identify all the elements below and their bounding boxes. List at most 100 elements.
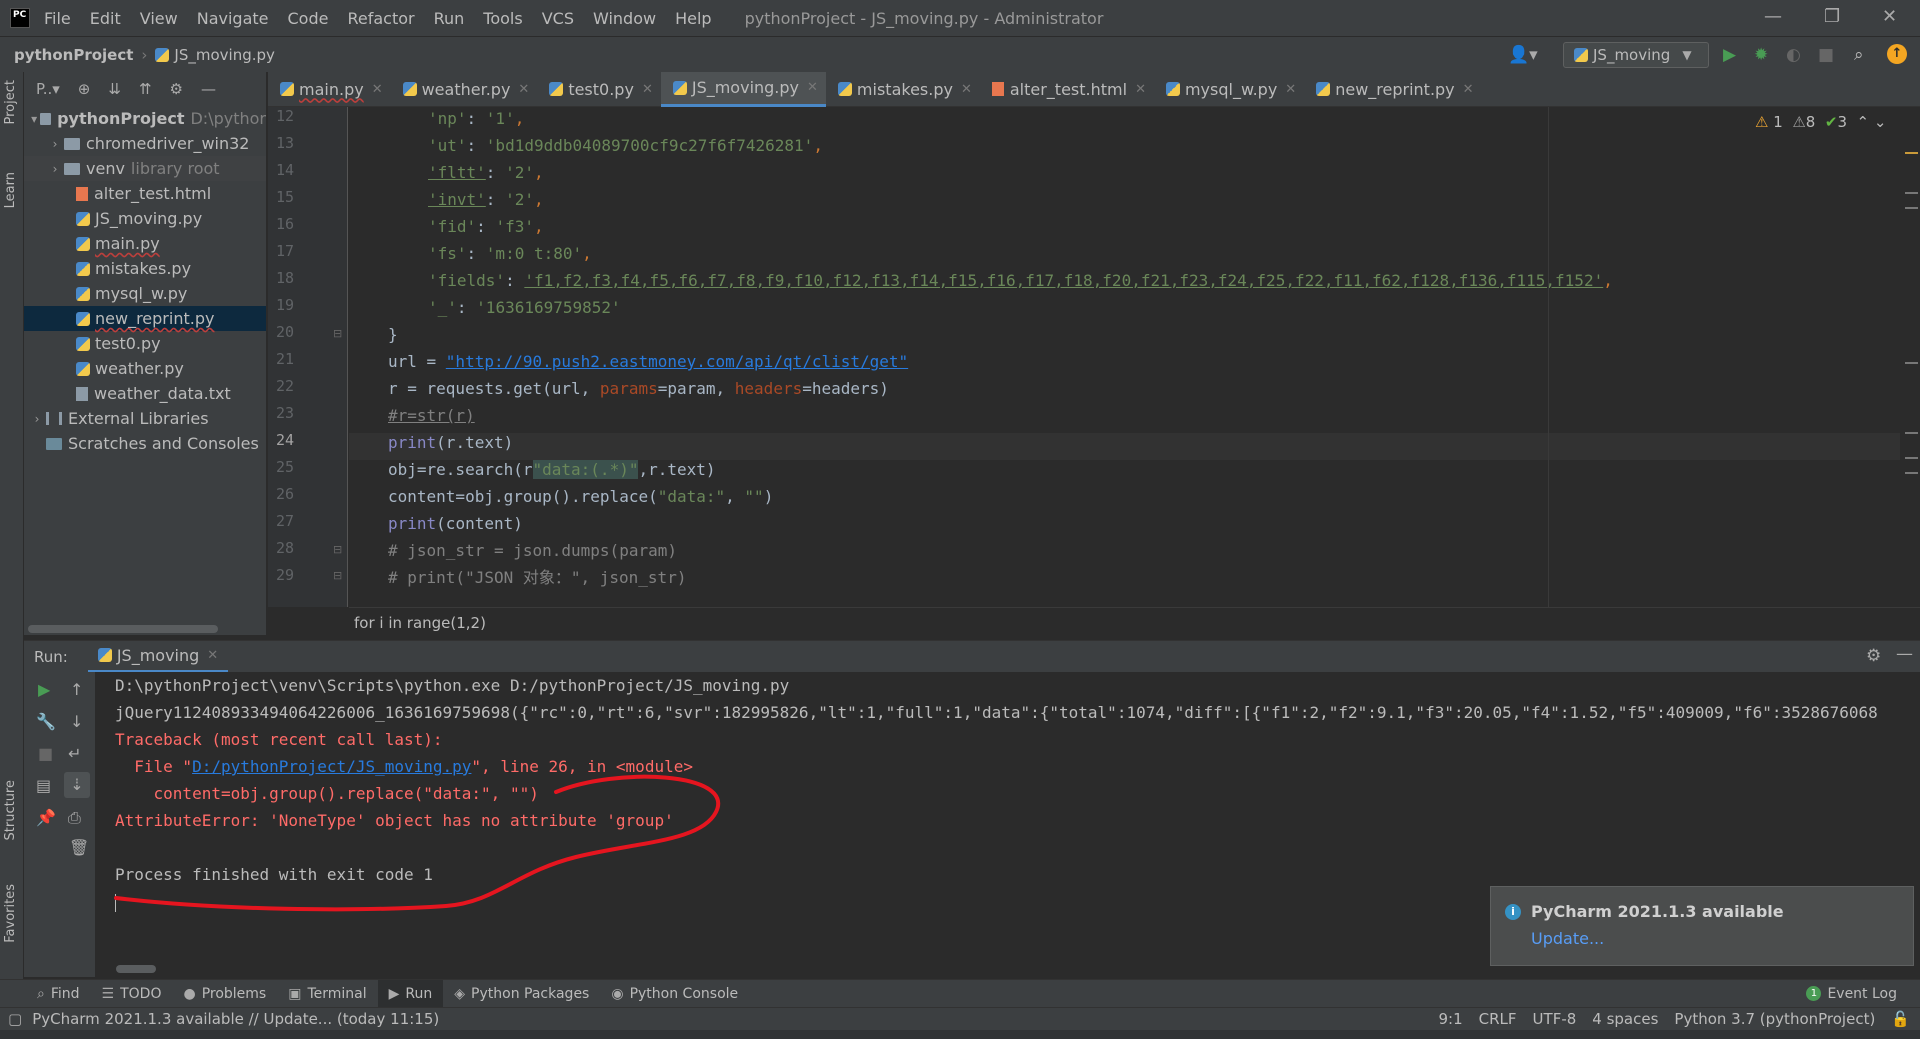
tab-mistakes-py[interactable]: mistakes.py ✕ — [826, 72, 980, 107]
collapse-all-icon[interactable]: ⇈ — [139, 80, 152, 98]
debug-icon[interactable]: ✹ — [1754, 45, 1768, 65]
menu-view[interactable]: View — [140, 9, 178, 28]
menu-refactor[interactable]: Refactor — [347, 9, 414, 28]
menu-window[interactable]: Window — [593, 9, 656, 28]
coverage-icon[interactable]: ◐ — [1786, 45, 1801, 65]
hide-icon[interactable]: — — [201, 80, 216, 98]
close-icon[interactable]: ✕ — [961, 82, 972, 97]
indent-setting[interactable]: 4 spaces — [1592, 1010, 1658, 1028]
close-icon[interactable]: ✕ — [1285, 82, 1296, 97]
hide-icon[interactable]: — — [1896, 644, 1913, 664]
tab-test0-py[interactable]: test0.py ✕ — [537, 72, 661, 107]
fold-icon[interactable]: ⊟ — [333, 543, 342, 556]
chevron-up-icon[interactable]: ⌃ — [1857, 113, 1870, 131]
tab-new-reprint-py[interactable]: new_reprint.py ✕ — [1304, 72, 1481, 107]
run-tool-button[interactable]: ▶ Run — [377, 979, 444, 1008]
fold-icon[interactable]: ⊟ — [333, 569, 342, 582]
pin-icon[interactable]: 📌 — [36, 808, 56, 827]
tree-item-venv[interactable]: › venv library root — [24, 156, 266, 181]
python-console-tool-button[interactable]: ◉ Python Console — [600, 980, 749, 1008]
interpreter-select[interactable]: Python 3.7 (pythonProject) — [1674, 1010, 1875, 1028]
layout-icon[interactable]: ▤ — [36, 776, 51, 795]
tree-item-mysql-w[interactable]: mysql_w.py — [24, 281, 266, 306]
status-message[interactable]: PyCharm 2021.1.3 available // Update... … — [32, 1010, 439, 1028]
tree-item-chromedriver[interactable]: › chromedriver_win32 — [24, 131, 266, 156]
close-icon[interactable]: ✕ — [518, 82, 529, 97]
menu-vcs[interactable]: VCS — [542, 9, 574, 28]
tree-root[interactable]: ▾ pythonProject D:\pythor — [24, 106, 266, 131]
horizontal-scrollbar[interactable] — [28, 625, 218, 633]
url-link[interactable]: "http://90.push2.eastmoney.com/api/qt/cl… — [446, 352, 908, 371]
console-horizontal-scrollbar[interactable] — [116, 965, 156, 973]
close-icon[interactable]: ✕ — [1463, 82, 1474, 97]
breadcrumb-project[interactable]: pythonProject — [14, 46, 133, 64]
trash-icon[interactable]: 🗑 — [69, 838, 89, 857]
stop-icon[interactable]: ■ — [1818, 45, 1834, 65]
line-separator[interactable]: CRLF — [1479, 1010, 1517, 1028]
editor-scrollbar[interactable] — [1900, 107, 1920, 607]
arrow-down-icon[interactable]: ↓ — [70, 712, 83, 731]
scroll-to-end-icon[interactable]: ⇣ — [64, 772, 90, 798]
breadcrumb-file[interactable]: JS_moving.py — [155, 46, 275, 64]
arrow-up-icon[interactable]: ↑ — [70, 680, 83, 699]
update-icon[interactable]: ↑ — [1887, 44, 1907, 64]
run-configuration-select[interactable]: JS_moving ▼ — [1563, 42, 1709, 68]
close-icon[interactable]: ✕ — [207, 648, 218, 663]
toggle-tool-windows-icon[interactable]: ▢ — [8, 1010, 22, 1028]
project-view-select[interactable]: P..▾ — [36, 80, 60, 98]
tab-js-moving-py[interactable]: JS_moving.py ✕ — [660, 71, 826, 107]
event-log-button[interactable]: 1 Event Log — [1795, 980, 1908, 1008]
structure-tool-tab[interactable]: Structure — [3, 780, 18, 840]
close-icon[interactable]: ✕ — [372, 82, 383, 97]
locate-icon[interactable]: ⊕ — [78, 80, 91, 98]
gear-icon[interactable]: ⚙ — [170, 80, 183, 98]
user-icon[interactable]: 👤▾ — [1508, 45, 1538, 65]
close-icon[interactable]: ✕ — [642, 82, 653, 97]
tree-external-libraries[interactable]: › External Libraries — [24, 406, 266, 431]
code-editor[interactable]: 'np': '1', 'ut': 'bd1d9ddb04089700cf9c27… — [349, 107, 1920, 607]
tree-item-weather[interactable]: weather.py — [24, 356, 266, 381]
wrench-icon[interactable]: 🔧 — [36, 712, 56, 731]
code-breadcrumb[interactable]: for i in range(1,2) — [349, 607, 1920, 637]
line-number-gutter[interactable]: 12 13 14 15 16 17 18 19 20 21 22 23 24 2… — [268, 107, 348, 607]
soft-wrap-icon[interactable]: ↵ — [68, 744, 81, 763]
run-icon[interactable]: ▶ — [1723, 45, 1736, 65]
expand-all-icon[interactable]: ⇊ — [108, 80, 121, 98]
tree-item-new-reprint[interactable]: new_reprint.py — [24, 306, 266, 331]
print-icon[interactable]: ⎙ — [68, 808, 81, 828]
tree-item-test0[interactable]: test0.py — [24, 331, 266, 356]
chevron-down-icon[interactable]: ⌄ — [1874, 113, 1887, 131]
favorites-tool-tab[interactable]: Favorites — [3, 884, 18, 943]
restore-icon[interactable]: ❐ — [1824, 6, 1840, 27]
file-encoding[interactable]: UTF-8 — [1533, 1010, 1577, 1028]
problems-tool-button[interactable]: ● Problems — [172, 980, 277, 1008]
tree-item-main[interactable]: main.py — [24, 231, 266, 256]
menu-run[interactable]: Run — [434, 9, 465, 28]
update-link[interactable]: Update... — [1531, 929, 1604, 948]
rerun-icon[interactable]: ▶ — [38, 680, 50, 699]
tab-main-py[interactable]: main.py ✕ — [268, 72, 391, 107]
inspection-widget[interactable]: ⚠ 1 ⚠8 ✔3 ⌃ ⌄ — [1755, 113, 1886, 131]
tree-item-weather-data[interactable]: weather_data.txt — [24, 381, 266, 406]
close-window-icon[interactable]: ✕ — [1882, 6, 1897, 27]
find-tool-button[interactable]: ⌕ Find — [26, 980, 91, 1008]
fold-icon[interactable]: ⊟ — [333, 327, 342, 340]
lock-icon[interactable]: 🔓 — [1891, 1010, 1910, 1028]
update-notification[interactable]: i PyCharm 2021.1.3 available Update... — [1490, 886, 1914, 966]
caret-position[interactable]: 9:1 — [1439, 1010, 1463, 1028]
close-icon[interactable]: ✕ — [1135, 82, 1146, 97]
minimize-icon[interactable]: — — [1764, 6, 1782, 27]
tab-alter-test-html[interactable]: alter_test.html ✕ — [980, 72, 1154, 107]
learn-tool-tab[interactable]: Learn — [3, 172, 18, 208]
todo-tool-button[interactable]: ☰ TODO — [91, 980, 173, 1008]
tab-mysql-w-py[interactable]: mysql_w.py ✕ — [1154, 72, 1304, 107]
tree-item-mistakes[interactable]: mistakes.py — [24, 256, 266, 281]
menu-help[interactable]: Help — [675, 9, 711, 28]
tree-scratches[interactable]: Scratches and Consoles — [24, 431, 266, 456]
tab-weather-py[interactable]: weather.py ✕ — [391, 72, 538, 107]
tree-item-js-moving[interactable]: JS_moving.py — [24, 206, 266, 231]
menu-edit[interactable]: Edit — [90, 9, 121, 28]
stop-icon[interactable]: ■ — [38, 744, 53, 763]
terminal-tool-button[interactable]: ▣ Terminal — [277, 980, 377, 1008]
menu-navigate[interactable]: Navigate — [197, 9, 269, 28]
